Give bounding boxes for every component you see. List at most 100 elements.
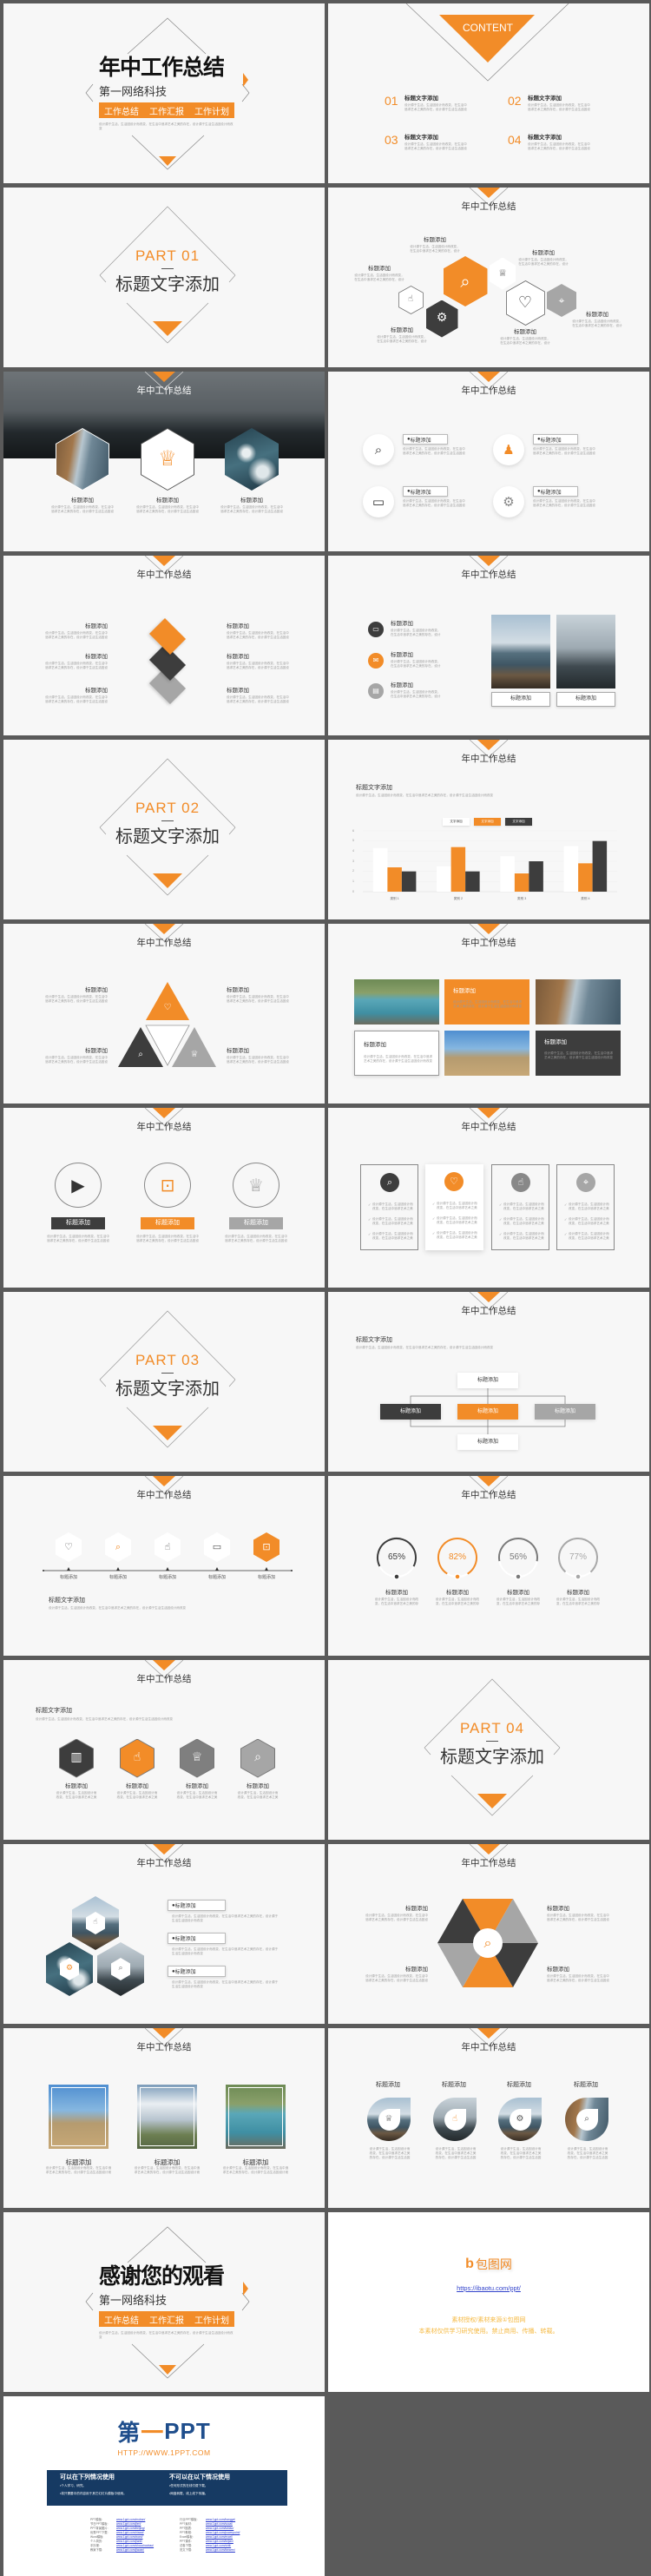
slide-19-hex4[interactable]: 年中工作总结 标题文字添加 设计源于生活，生活因设计而改变，在生活中追求艺术之美的存…	[3, 1660, 325, 1840]
link-url[interactable]: www.1ppt.com/jieri/	[116, 2522, 173, 2526]
slide-9-part[interactable]: PART 02 标题文字添加	[3, 740, 325, 919]
slide-16-org[interactable]: 年中工作总结 标题文字添加 设计源于生活，生活因设计而改变，在生活中追求艺术之美的存…	[328, 1292, 649, 1472]
item-title: 标题添加	[391, 682, 413, 688]
bar	[450, 847, 466, 892]
timeline-label: 标题添加	[207, 1575, 226, 1580]
part-title: 标题文字添加	[115, 275, 220, 294]
slide-11-triangles[interactable]: 年中工作总结 ♡ ⌕ ♕ 标题添加 设计源于生活，生活因设计而改变，在生活中追求艺术之美的…	[3, 924, 325, 1104]
content-heading: CONTENT	[463, 22, 513, 34]
label-box[interactable]: ● 标题添加	[168, 1966, 226, 1977]
link-url[interactable]: www.1ppt.com/sucai/	[206, 2522, 262, 2526]
slide-4-hexcluster[interactable]: 年中工作总结 ⌕ ♕ ☝ ⚙ ♡ ⌖ 标题添加 设计源于生活，生活因设计而改变，在生活中追求艺术…	[328, 188, 649, 367]
link-url[interactable]: www.1ppt.com/kejian/	[206, 2540, 262, 2543]
item-title: 标题添加	[227, 1048, 249, 1054]
link-url[interactable]: www.1ppt.com/moban/	[116, 2518, 173, 2521]
label-box[interactable]: ● 标题添加	[533, 434, 578, 445]
slide-14-cards[interactable]: 年中工作总结⌕✓设计源于生活，生活因设计而改变，在生活中追求艺术之美的存在，设计…	[328, 1108, 649, 1288]
body-text: 设计源于生活，生活因设计而改变，在生活中追求艺术之美的存在，设计源于生活生活因设…	[500, 337, 550, 345]
label-box[interactable]: ● 标题添加	[168, 1900, 226, 1911]
content-item[interactable]: 01 标题文字添加 设计源于生活，生活因设计而改变，在生活中追求艺术之美的存在，设计…	[385, 94, 497, 120]
body-text: 设计源于生活，生活因设计而改变，在生活中追求艺术之美的存在，设计源于生活生活因设…	[372, 1217, 413, 1225]
slide-13-circlebars[interactable]: 年中工作总结 ▶ 标题添加 设计源于生活，生活因设计而改变，在生活中追求艺术之美的存在…	[3, 1108, 325, 1288]
link-url[interactable]: www.1ppt.com/tubiao/	[206, 2527, 262, 2530]
slide-20-part[interactable]: PART 04 标题文字添加	[328, 1660, 649, 1840]
check-icon: ✓	[564, 1217, 568, 1222]
link-url[interactable]: www.1ppt.com/fanwen/	[206, 2548, 262, 2552]
slide-26-baotu[interactable]: b 包图网 https://ibaotu.com/ppt/素材授权/素材来源①包图网…	[328, 2212, 649, 2392]
body-text: 设计源于生活，生活因设计而改变，在生活中追求艺术之美的存在，设计源于生活生活因设…	[45, 631, 108, 639]
baotu-link[interactable]: https://ibaotu.com/ppt/	[328, 2284, 649, 2292]
slide-21-photohex3[interactable]: 年中工作总结 ☝ ⚙ ⌕ ● 标题添加 设计源于生活，生活因设计而改变，在生活中追求艺术之…	[3, 1844, 325, 2024]
oneppt-url: HTTP://WWW.1PPT.COM	[117, 2448, 211, 2457]
link-url[interactable]: www.1ppt.com/beijing/	[116, 2527, 173, 2530]
slide-5-photohex[interactable]: 年中工作总结 ♕ 标题添加 设计源于生活，生活因设计而改变，在生活中追求艺术之美的存在…	[3, 372, 325, 551]
content-item[interactable]: 03 标题文字添加 设计源于生活，生活因设计而改变，在生活中追求艺术之美的存在，设计…	[385, 133, 497, 159]
slide-title: 年中工作总结	[136, 1858, 192, 1868]
thumbs-icon: ☝	[133, 1750, 141, 1765]
slide-15-part[interactable]: PART 03 标题文字添加	[3, 1292, 325, 1472]
link-url[interactable]: www.1ppt.com/hangye/	[206, 2518, 262, 2521]
item-title: 标题添加	[65, 2158, 92, 2166]
slide-8-listphotos[interactable]: 年中工作总结 ▭ 标题添加 设计源于生活，生活因设计而改变，在生活中追求艺术之美的存在…	[328, 556, 649, 735]
slide-10-chart[interactable]: 年中工作总结 标题文字添加 设计源于生活，生活因设计而改变，在生活中追求艺术之美的存…	[328, 740, 649, 919]
bar	[387, 867, 402, 892]
timeline-label: 标题添加	[108, 1575, 127, 1580]
item-title: 标题添加	[242, 2158, 269, 2166]
label-box[interactable]: ● 标题添加	[533, 486, 578, 497]
link-url[interactable]: www.1ppt.com/powerpoint/	[206, 2531, 262, 2534]
slide-3-part[interactable]: PART 01 标题文字添加	[3, 188, 325, 367]
label-box[interactable]: ● 标题添加	[403, 486, 448, 497]
baotu-logo: b 包图网	[450, 2256, 528, 2273]
bar	[465, 871, 480, 892]
slide-27-oneppt[interactable]: 第一 PPT HTTP://WWW.1PPT.COM 可以在下列情况使用 •个人学习、研…	[3, 2396, 325, 2576]
axis-end	[291, 1570, 293, 1571]
slide-1-cover[interactable]: 年中工作总结 第一网络科技 工作总结 工作汇报 工作计划 设计源于生活，生活因设计而改变，…	[3, 3, 325, 183]
check-icon: ✓	[499, 1232, 503, 1236]
cover-subtitle: 第一网络科技	[99, 85, 168, 98]
item-title: 标题添加	[540, 438, 562, 444]
link-url[interactable]: www.1ppt.com/jianli/	[116, 2540, 173, 2543]
slide-12-grid[interactable]: 年中工作总结 标题添加 设计源于生活，生活因设计而改变，在生活中追求艺术之美的存在，…	[328, 924, 649, 1104]
slide-22-hextri[interactable]: 年中工作总结 ⌕ 标题添加 设计源于生活，生活因设计而改变，在生活中追求艺术之美的存在…	[328, 1844, 649, 2024]
item-title: 标题添加	[453, 988, 476, 994]
caption-box: 标题添加	[491, 692, 550, 707]
item-title: 标题添加	[391, 327, 413, 333]
body-text: 设计源于生活，生活因设计而改变，在生活中追求艺术之美的存在，设计源于生活生活因设…	[172, 1914, 279, 1922]
notch-triangle	[477, 556, 500, 566]
y-tick-label: 1	[352, 879, 354, 883]
item-title: 标题添加	[85, 987, 108, 993]
link-url[interactable]: www.1ppt.com/excel/	[206, 2535, 262, 2539]
part-number: PART 01	[135, 247, 201, 264]
content-item[interactable]: 02 标题文字添加 设计源于生活，生活因设计而改变，在生活中追求艺术之美的存在，设计…	[508, 94, 621, 120]
item-title: 标题添加	[85, 623, 108, 629]
slide-25-cover[interactable]: 感谢您的观看 第一网络科技 工作总结 工作汇报 工作计划 设计源于生活，生活因设计而改变，…	[3, 2212, 325, 2392]
slide-7-diamonds[interactable]: 年中工作总结 标题添加 设计源于生活，生活因设计而改变，在生活中追求艺术之美的存在，…	[3, 556, 325, 735]
link-url[interactable]: www.1ppt.com/word/	[116, 2535, 173, 2539]
y-tick-label: 5	[352, 839, 354, 843]
search-icon: ⌕	[138, 1049, 143, 1059]
axis-marker	[166, 1567, 169, 1571]
slide-17-timeline[interactable]: 年中工作总结 ♡ 标题添加 ⌕ 标题添加 ☝ 标题添加 ▭ 标题添加 ⊡ 标题添加 标题文字添加 设计源…	[3, 1476, 325, 1656]
user-icon: ♟	[503, 441, 515, 458]
link-url[interactable]: www.1ppt.com/shouchaobao/	[116, 2544, 173, 2547]
notch-triangle	[477, 2028, 500, 2039]
label-box[interactable]: ● 标题添加	[168, 1933, 226, 1944]
text-card-white: 标题添加 设计源于生活，生活因设计而改变，在生活中追求艺术之美的存在，设计源于生活…	[354, 1031, 439, 1076]
x-tick-label: 类别 1	[390, 897, 399, 900]
link-url[interactable]: www.1ppt.com/xiazai/	[116, 2531, 173, 2534]
part-number: PART 02	[135, 800, 201, 816]
slide-23-photos3[interactable]: 年中工作总结 标题添加 设计源于生活，生活因设计而改变，在生活中追求艺术之美的存在，…	[3, 2028, 325, 2208]
item-title: 标题添加	[71, 497, 94, 504]
photo	[354, 979, 439, 1024]
slide-2-contents[interactable]: CONTENT 01 标题文字添加 设计源于生活，生活因设计而改变，在生活中追求艺术之…	[328, 3, 649, 183]
item-number: 03	[385, 133, 398, 147]
link-url[interactable]: www.1ppt.com/jiaoan/	[116, 2548, 173, 2552]
content-item[interactable]: 04 标题文字添加 设计源于生活，生活因设计而改变，在生活中追求艺术之美的存在，设计…	[508, 133, 621, 159]
link-url[interactable]: www.1ppt.com/shiti/	[206, 2544, 262, 2547]
slide-24-droplets[interactable]: 年中工作总结 标题添加 ♕ 设计源于生活，生活因设计而改变，在生活中追求艺术之美的存在…	[328, 2028, 649, 2208]
label-box[interactable]: ● 标题添加	[403, 434, 448, 445]
notch-triangle	[153, 1108, 175, 1118]
can-item: •将只需要中的内容用于其它幻灯片模板中使用。	[60, 2492, 127, 2495]
slide-6-circles4[interactable]: 年中工作总结 ⌕ ● 标题添加 设计源于生活，生活因设计而改变，在生活中追求艺术之美的…	[328, 372, 649, 551]
slide-18-rings[interactable]: 年中工作总结 65% 标题添加 设计源于生活，生活因设计而改变，在生活中追求艺术之美的…	[328, 1476, 649, 1656]
